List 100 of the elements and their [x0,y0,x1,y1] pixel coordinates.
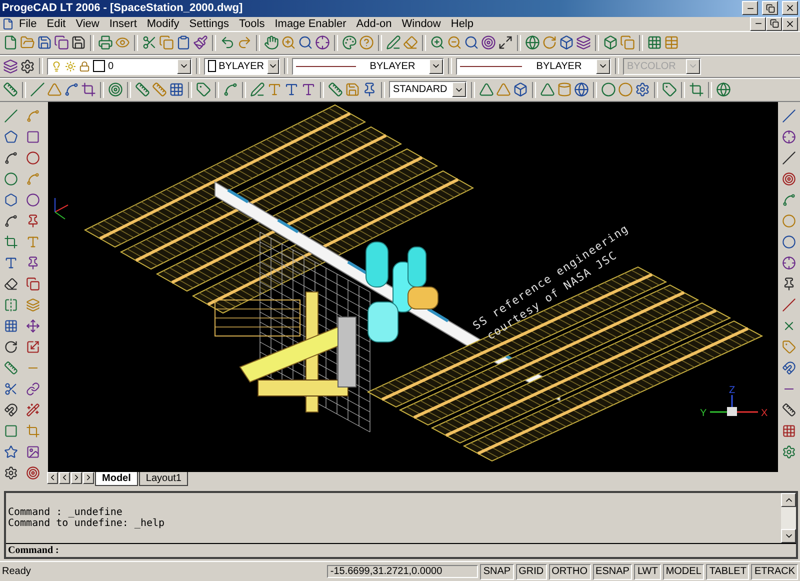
command-prompt[interactable]: Command : [6,544,796,558]
gear-icon[interactable] [4,466,18,480]
circle-icon[interactable] [26,151,40,166]
minimize-button[interactable] [750,16,766,31]
target-icon[interactable] [108,82,123,98]
magnet-icon[interactable] [782,361,796,376]
restore-button[interactable] [762,1,778,16]
pentagon-icon[interactable] [4,130,18,144]
grid-icon[interactable] [4,319,18,334]
grid-icon[interactable] [647,35,662,50]
grid-icon[interactable] [782,424,796,438]
search-icon[interactable] [298,35,313,50]
rectangle-icon[interactable] [26,130,40,144]
link-icon[interactable] [26,382,40,396]
close-button[interactable] [782,1,798,16]
last-tab-button[interactable] [83,472,94,484]
status-toggle[interactable]: ORTHO [548,564,591,580]
minimize-button[interactable] [742,1,758,16]
wand-icon[interactable] [26,403,40,418]
globe-icon[interactable] [716,82,731,98]
paintbrush-icon[interactable] [193,35,208,50]
menu-item[interactable]: Help [446,18,478,30]
gear-icon[interactable] [20,58,35,74]
scrollbar[interactable] [781,493,796,544]
menu-item[interactable]: File [14,18,42,30]
point-icon[interactable] [26,214,40,228]
pin-icon[interactable] [26,256,40,270]
tag-icon[interactable] [662,82,677,98]
printer-icon[interactable] [98,35,113,50]
target-icon[interactable] [26,466,40,480]
gear-icon[interactable] [635,82,650,98]
status-toggle[interactable]: ESNAP [592,564,632,580]
status-toggle[interactable]: ETRACK [751,564,798,580]
hexagon-icon[interactable] [4,193,18,208]
expand-icon[interactable] [498,35,513,50]
scroll-down-button[interactable] [781,529,796,544]
scroll-up-button[interactable] [781,493,796,508]
status-toggle[interactable]: SNAP [480,564,514,580]
menu-item[interactable]: Add-on [351,18,397,30]
circle-icon[interactable] [4,172,18,186]
pin-icon[interactable] [782,277,796,292]
ruler-icon[interactable] [135,82,150,98]
ruler-icon[interactable] [3,82,18,98]
slash-icon[interactable] [30,82,45,98]
crop-icon[interactable] [81,82,96,98]
pin-icon[interactable] [362,82,377,98]
target-icon[interactable] [481,35,496,50]
spline-icon[interactable] [223,82,238,98]
status-toggle[interactable]: GRID [516,564,547,580]
spline-icon[interactable] [64,82,79,98]
circle-icon[interactable] [601,82,616,98]
crosshair-icon[interactable] [782,256,796,270]
target-icon[interactable] [782,172,796,186]
ruler-icon[interactable] [782,403,796,418]
tag-icon[interactable] [196,82,211,98]
close-button[interactable] [782,16,798,31]
image-icon[interactable] [26,445,40,460]
crosshair-icon[interactable] [782,130,796,144]
move-icon[interactable] [26,319,40,334]
clipboard-icon[interactable] [176,35,191,50]
globe-icon[interactable] [525,35,540,50]
layer-dropdown[interactable]: 0 [47,58,192,75]
color-dropdown[interactable]: BYLAYER [204,58,280,75]
menu-item[interactable]: Tools [234,18,270,30]
layers-icon[interactable] [3,58,18,74]
crosshair-icon[interactable] [315,35,330,50]
rotate-icon[interactable] [4,340,18,354]
line-icon[interactable] [4,109,18,124]
triangle-icon[interactable] [540,82,555,98]
zoom-in-icon[interactable] [430,35,445,50]
undo-icon[interactable] [220,35,235,50]
pen-icon[interactable] [386,35,401,50]
scissors-icon[interactable] [4,382,18,396]
scissors-icon[interactable] [142,35,157,50]
menu-item[interactable]: Edit [42,18,71,30]
save-icon[interactable] [37,35,52,50]
text-icon[interactable] [4,256,18,270]
copy-icon[interactable] [26,277,40,292]
text-icon[interactable] [284,82,299,98]
dimension-style-dropdown[interactable]: STANDARD [389,81,467,98]
ruler-icon[interactable] [4,361,18,376]
lineweight-dropdown[interactable]: BYLAYER [456,58,611,75]
cube-icon[interactable] [513,82,528,98]
previous-tab-button[interactable] [59,472,70,484]
ruler-icon[interactable] [328,82,343,98]
gear-icon[interactable] [782,445,796,460]
linetype-dropdown[interactable]: BYLAYER [292,58,444,75]
layers-icon[interactable] [576,35,591,50]
search-icon[interactable] [464,35,479,50]
menu-item[interactable]: Window [396,18,446,30]
menu-item[interactable]: Insert [104,18,142,30]
next-tab-button[interactable] [71,472,82,484]
file-icon[interactable] [3,35,18,50]
crop-icon[interactable] [4,235,18,250]
triangle-icon[interactable] [479,82,494,98]
eraser-icon[interactable] [4,277,18,292]
layout-tab[interactable]: Layout1 [138,472,188,486]
layout-tab[interactable]: Model [95,472,138,486]
spline-icon[interactable] [4,214,18,228]
restore-button[interactable] [766,16,782,31]
